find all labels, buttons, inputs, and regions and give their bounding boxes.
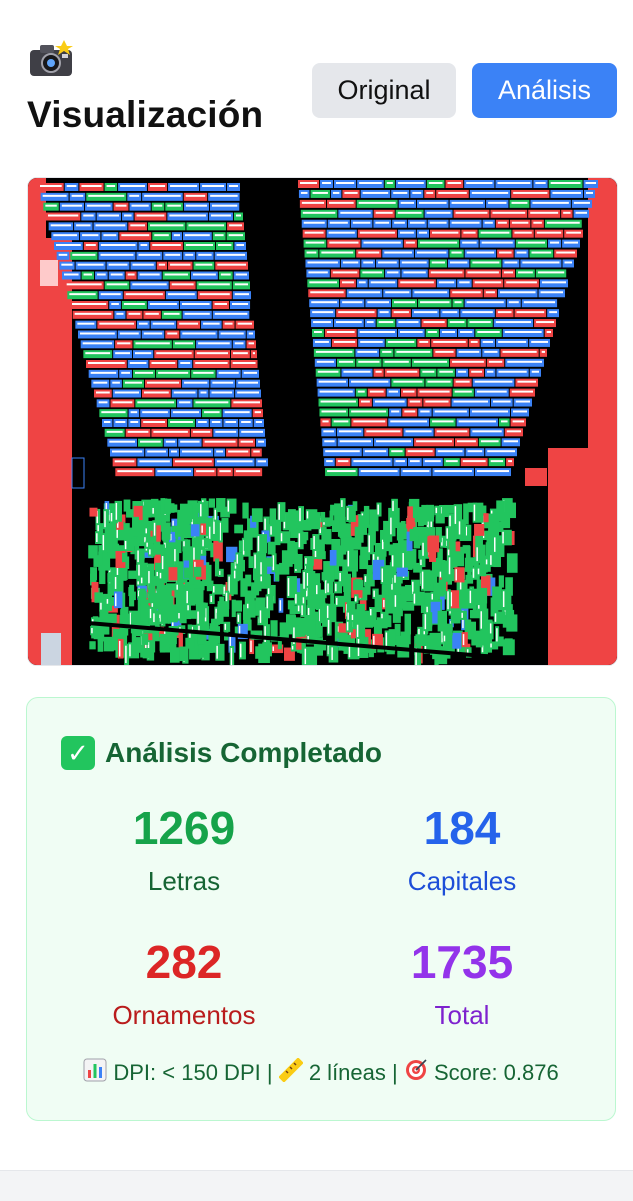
stat-total: 1735 Total [337, 936, 587, 1031]
page-title: Visualización [27, 94, 264, 135]
stat-value: 282 [145, 936, 223, 988]
separator: | [392, 1060, 398, 1085]
check-icon: ✓ [61, 736, 95, 770]
stat-value: 184 [423, 802, 501, 854]
score-text: Score: 0.876 [433, 1060, 559, 1085]
analysis-summary-line: DPI: < 150 DPI | 2 líneas | Score: 0.876 [27, 1057, 615, 1088]
result-title: Análisis Completado [105, 737, 382, 768]
dpi-text: DPI: < 150 DPI [113, 1060, 261, 1085]
stat-label: Ornamentos [112, 1000, 256, 1030]
stat-label: Capitales [407, 866, 517, 896]
analysis-visualization-image [27, 177, 618, 666]
stat-letras: 1269 Letras [59, 802, 309, 897]
header: Visualización Original Análisis [0, 0, 633, 160]
stat-capitales: 184 Capitales [337, 802, 587, 897]
stat-value: 1735 [410, 936, 514, 988]
analysis-result-card: ✓ Análisis Completado 1269 Letras 184 Ca… [26, 697, 616, 1121]
stat-ornamentos: 282 Ornamentos [59, 936, 309, 1031]
detection-overlay [28, 178, 617, 665]
stat-label: Total [434, 1000, 490, 1030]
result-header: ✓ Análisis Completado [61, 736, 382, 770]
bar-chart-icon [83, 1058, 107, 1088]
lines-text: 2 líneas [308, 1060, 386, 1085]
stat-value: 1269 [132, 802, 236, 854]
stat-label: Letras [147, 866, 221, 896]
bottom-bar [0, 1170, 633, 1201]
camera-flash-icon [28, 40, 74, 88]
ruler-icon [278, 1057, 304, 1088]
analisis-button[interactable]: Análisis [472, 63, 617, 118]
original-button[interactable]: Original [312, 63, 456, 118]
target-icon [404, 1058, 428, 1088]
separator: | [266, 1060, 273, 1085]
